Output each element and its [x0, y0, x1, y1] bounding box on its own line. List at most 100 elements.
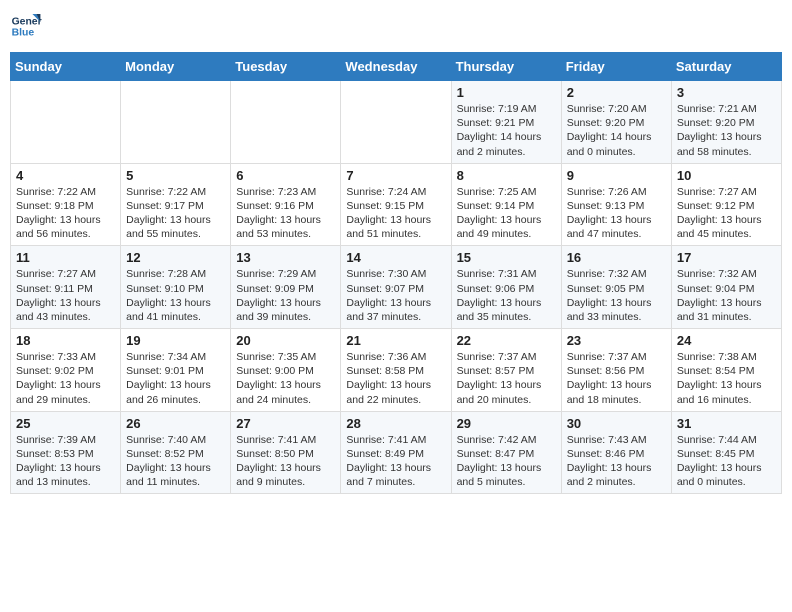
- day-number: 15: [457, 250, 556, 265]
- calendar-cell: 15 Sunrise: 7:31 AM Sunset: 9:06 PM Dayli…: [451, 246, 561, 329]
- cell-content: Sunrise: 7:31 AM Sunset: 9:06 PM Dayligh…: [457, 267, 556, 324]
- day-number: 17: [677, 250, 776, 265]
- calendar-cell: 6Sunrise: 7:23 AM Sunset: 9:16 PM Daylig…: [231, 163, 341, 246]
- day-number: 13: [236, 250, 335, 265]
- svg-text:Blue: Blue: [12, 28, 35, 39]
- calendar-cell: 21Sunrise: 7:36 AM Sunset: 8:58 PM Dayli…: [341, 329, 451, 412]
- calendar-cell: 4 Sunrise: 7:22 AM Sunset: 9:18 PM Daylig…: [11, 163, 121, 246]
- weekday-header-monday: Monday: [121, 53, 231, 81]
- weekday-header-thursday: Thursday: [451, 53, 561, 81]
- day-number: 21: [346, 333, 445, 348]
- cell-content: Sunrise: 7:28 AM Sunset: 9:10 PM Dayligh…: [126, 267, 225, 324]
- day-number: 22: [457, 333, 556, 348]
- day-number: 8: [457, 168, 556, 183]
- calendar-cell: 24 Sunrise: 7:38 AM Sunset: 8:54 PM Dayli…: [671, 329, 781, 412]
- day-number: 1: [457, 85, 556, 100]
- day-number: 31: [677, 416, 776, 431]
- cell-content: Sunrise: 7:20 AM Sunset: 9:20 PM Dayligh…: [567, 102, 666, 159]
- cell-content: Sunrise: 7:22 AM Sunset: 9:18 PM Dayligh…: [16, 185, 115, 242]
- cell-content: Sunrise: 7:33 AM Sunset: 9:02 PM Dayligh…: [16, 350, 115, 407]
- day-number: 6: [236, 168, 335, 183]
- weekday-header-sunday: Sunday: [11, 53, 121, 81]
- header-row: SundayMondayTuesdayWednesdayThursdayFrid…: [11, 53, 782, 81]
- day-number: 4: [16, 168, 115, 183]
- cell-content: Sunrise: 7:41 AM Sunset: 8:50 PM Dayligh…: [236, 433, 335, 490]
- cell-content: Sunrise: 7:32 AM Sunset: 9:05 PM Dayligh…: [567, 267, 666, 324]
- calendar-cell: [231, 81, 341, 164]
- cell-content: Sunrise: 7:30 AM Sunset: 9:07 PM Dayligh…: [346, 267, 445, 324]
- cell-content: Sunrise: 7:38 AM Sunset: 8:54 PM Dayligh…: [677, 350, 776, 407]
- day-number: 7: [346, 168, 445, 183]
- cell-content: Sunrise: 7:40 AM Sunset: 8:52 PM Dayligh…: [126, 433, 225, 490]
- calendar-cell: 30 Sunrise: 7:43 AM Sunset: 8:46 PM Dayli…: [561, 411, 671, 494]
- week-row-1: 1 Sunrise: 7:19 AM Sunset: 9:21 PM Daylig…: [11, 81, 782, 164]
- day-number: 20: [236, 333, 335, 348]
- header: General Blue: [10, 10, 782, 42]
- calendar-cell: 25 Sunrise: 7:39 AM Sunset: 8:53 PM Dayli…: [11, 411, 121, 494]
- calendar-cell: 27 Sunrise: 7:41 AM Sunset: 8:50 PM Dayli…: [231, 411, 341, 494]
- day-number: 25: [16, 416, 115, 431]
- day-number: 2: [567, 85, 666, 100]
- week-row-4: 18 Sunrise: 7:33 AM Sunset: 9:02 PM Dayli…: [11, 329, 782, 412]
- day-number: 29: [457, 416, 556, 431]
- cell-content: Sunrise: 7:42 AM Sunset: 8:47 PM Dayligh…: [457, 433, 556, 490]
- calendar-cell: 2 Sunrise: 7:20 AM Sunset: 9:20 PM Daylig…: [561, 81, 671, 164]
- day-number: 16: [567, 250, 666, 265]
- week-row-5: 25 Sunrise: 7:39 AM Sunset: 8:53 PM Dayli…: [11, 411, 782, 494]
- cell-content: Sunrise: 7:19 AM Sunset: 9:21 PM Dayligh…: [457, 102, 556, 159]
- calendar-cell: 12Sunrise: 7:28 AM Sunset: 9:10 PM Dayli…: [121, 246, 231, 329]
- calendar-table: SundayMondayTuesdayWednesdayThursdayFrid…: [10, 52, 782, 494]
- calendar-cell: 13 Sunrise: 7:29 AM Sunset: 9:09 PM Dayli…: [231, 246, 341, 329]
- cell-content: Sunrise: 7:32 AM Sunset: 9:04 PM Dayligh…: [677, 267, 776, 324]
- calendar-cell: [121, 81, 231, 164]
- calendar-cell: 23 Sunrise: 7:37 AM Sunset: 8:56 PM Dayli…: [561, 329, 671, 412]
- day-number: 11: [16, 250, 115, 265]
- calendar-cell: 14 Sunrise: 7:30 AM Sunset: 9:07 PM Dayli…: [341, 246, 451, 329]
- calendar-cell: 5 Sunrise: 7:22 AM Sunset: 9:17 PM Daylig…: [121, 163, 231, 246]
- cell-content: Sunrise: 7:41 AM Sunset: 8:49 PM Dayligh…: [346, 433, 445, 490]
- calendar-cell: [11, 81, 121, 164]
- day-number: 5: [126, 168, 225, 183]
- calendar-cell: 18 Sunrise: 7:33 AM Sunset: 9:02 PM Dayli…: [11, 329, 121, 412]
- calendar-cell: 7 Sunrise: 7:24 AM Sunset: 9:15 PM Daylig…: [341, 163, 451, 246]
- cell-content: Sunrise: 7:26 AM Sunset: 9:13 PM Dayligh…: [567, 185, 666, 242]
- cell-content: Sunrise: 7:35 AM Sunset: 9:00 PM Dayligh…: [236, 350, 335, 407]
- week-row-3: 11 Sunrise: 7:27 AM Sunset: 9:11 PM Dayli…: [11, 246, 782, 329]
- logo-icon: General Blue: [10, 10, 42, 42]
- day-number: 10: [677, 168, 776, 183]
- day-number: 24: [677, 333, 776, 348]
- calendar-cell: [341, 81, 451, 164]
- cell-content: Sunrise: 7:24 AM Sunset: 9:15 PM Dayligh…: [346, 185, 445, 242]
- cell-content: Sunrise: 7:22 AM Sunset: 9:17 PM Dayligh…: [126, 185, 225, 242]
- day-number: 18: [16, 333, 115, 348]
- calendar-cell: 31Sunrise: 7:44 AM Sunset: 8:45 PM Dayli…: [671, 411, 781, 494]
- day-number: 30: [567, 416, 666, 431]
- cell-content: Sunrise: 7:25 AM Sunset: 9:14 PM Dayligh…: [457, 185, 556, 242]
- cell-content: Sunrise: 7:39 AM Sunset: 8:53 PM Dayligh…: [16, 433, 115, 490]
- calendar-cell: 28 Sunrise: 7:41 AM Sunset: 8:49 PM Dayli…: [341, 411, 451, 494]
- day-number: 27: [236, 416, 335, 431]
- cell-content: Sunrise: 7:21 AM Sunset: 9:20 PM Dayligh…: [677, 102, 776, 159]
- calendar-cell: 16 Sunrise: 7:32 AM Sunset: 9:05 PM Dayli…: [561, 246, 671, 329]
- day-number: 3: [677, 85, 776, 100]
- cell-content: Sunrise: 7:29 AM Sunset: 9:09 PM Dayligh…: [236, 267, 335, 324]
- cell-content: Sunrise: 7:43 AM Sunset: 8:46 PM Dayligh…: [567, 433, 666, 490]
- weekday-header-friday: Friday: [561, 53, 671, 81]
- day-number: 14: [346, 250, 445, 265]
- calendar-cell: 19 Sunrise: 7:34 AM Sunset: 9:01 PM Dayli…: [121, 329, 231, 412]
- cell-content: Sunrise: 7:37 AM Sunset: 8:56 PM Dayligh…: [567, 350, 666, 407]
- cell-content: Sunrise: 7:34 AM Sunset: 9:01 PM Dayligh…: [126, 350, 225, 407]
- day-number: 9: [567, 168, 666, 183]
- calendar-cell: 20 Sunrise: 7:35 AM Sunset: 9:00 PM Dayli…: [231, 329, 341, 412]
- weekday-header-wednesday: Wednesday: [341, 53, 451, 81]
- calendar-cell: 29 Sunrise: 7:42 AM Sunset: 8:47 PM Dayli…: [451, 411, 561, 494]
- calendar-cell: 3 Sunrise: 7:21 AM Sunset: 9:20 PM Daylig…: [671, 81, 781, 164]
- day-number: 19: [126, 333, 225, 348]
- day-number: 28: [346, 416, 445, 431]
- cell-content: Sunrise: 7:27 AM Sunset: 9:11 PM Dayligh…: [16, 267, 115, 324]
- calendar-cell: 26Sunrise: 7:40 AM Sunset: 8:52 PM Dayli…: [121, 411, 231, 494]
- cell-content: Sunrise: 7:37 AM Sunset: 8:57 PM Dayligh…: [457, 350, 556, 407]
- day-number: 23: [567, 333, 666, 348]
- calendar-cell: 17 Sunrise: 7:32 AM Sunset: 9:04 PM Dayli…: [671, 246, 781, 329]
- calendar-cell: 9 Sunrise: 7:26 AM Sunset: 9:13 PM Daylig…: [561, 163, 671, 246]
